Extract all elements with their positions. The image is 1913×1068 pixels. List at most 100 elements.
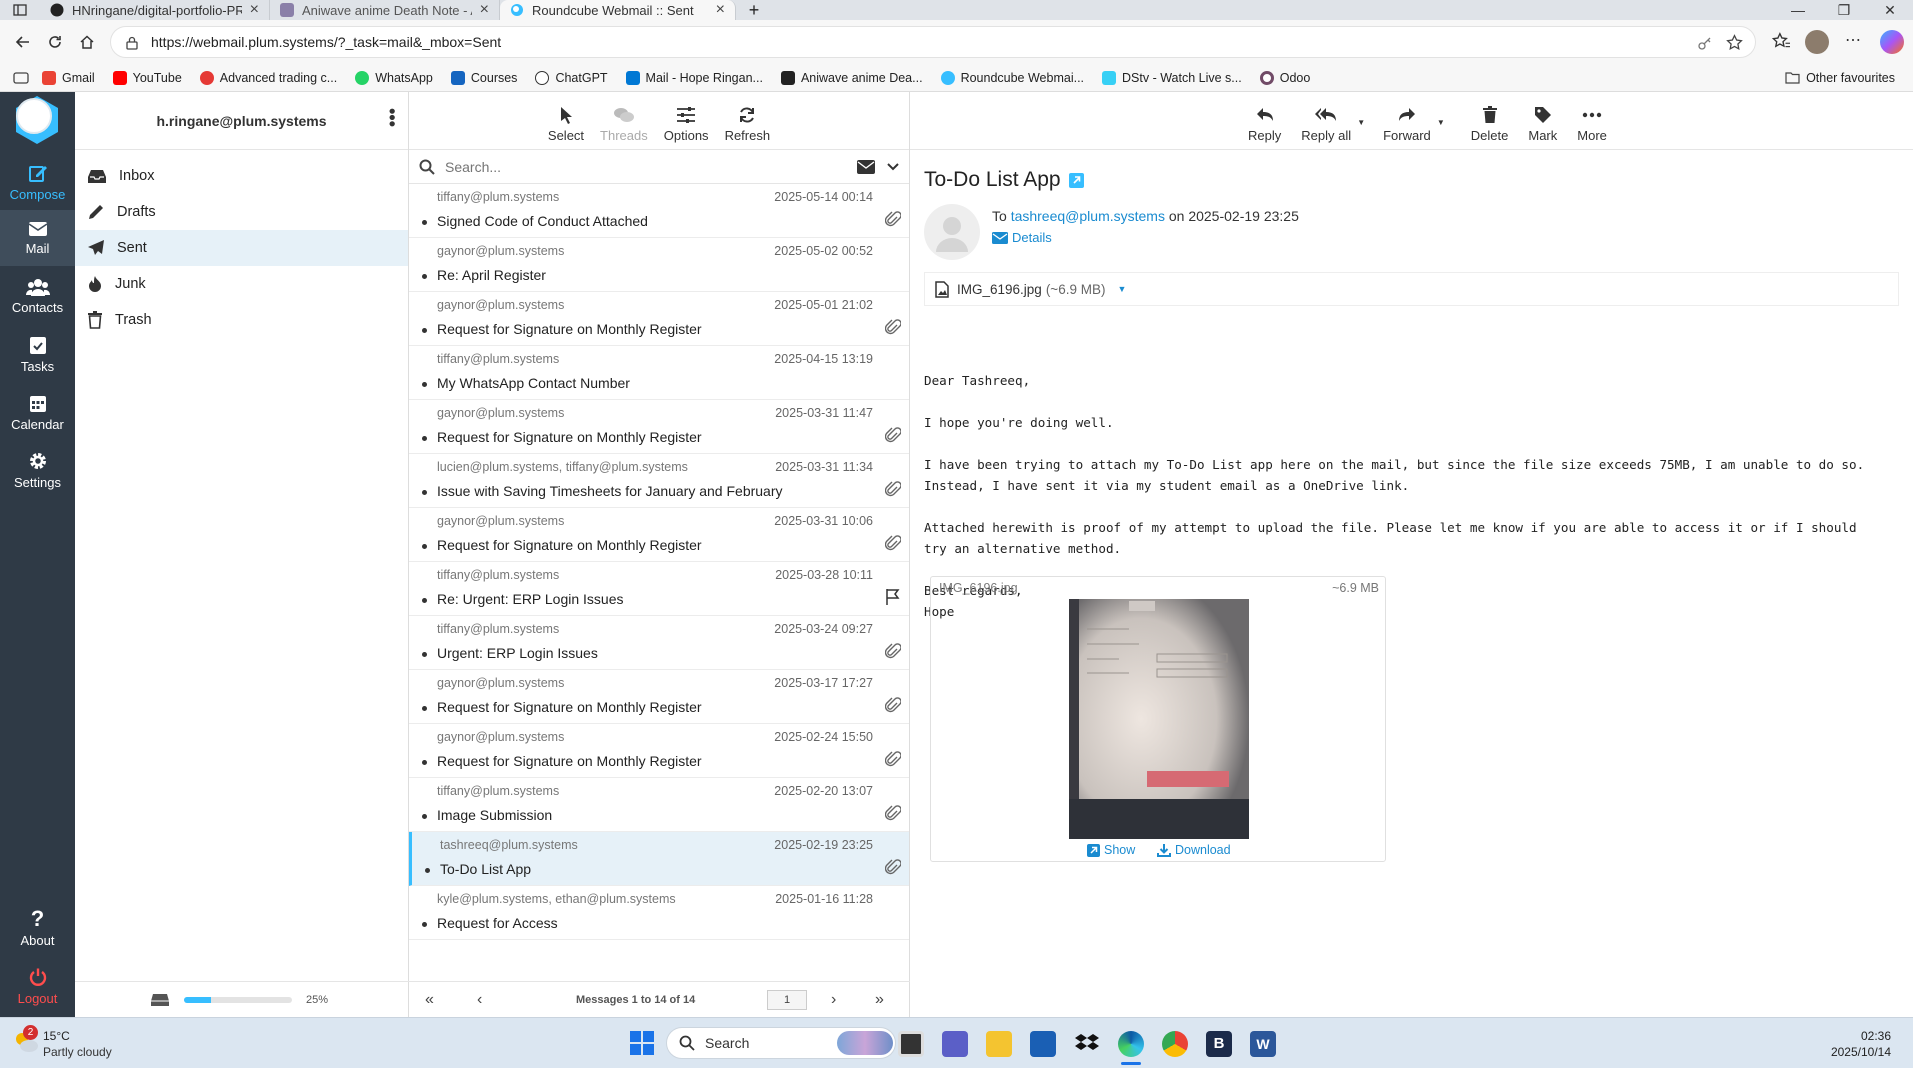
envelope-filter-icon[interactable] bbox=[857, 160, 875, 174]
bookmark-gmail[interactable]: Gmail bbox=[42, 70, 95, 85]
url-field[interactable]: https://webmail.plum.systems/?_task=mail… bbox=[110, 26, 1756, 58]
star-icon[interactable] bbox=[1726, 34, 1743, 51]
chrome-icon[interactable] bbox=[1162, 1031, 1188, 1057]
minimize-icon[interactable]: — bbox=[1775, 0, 1821, 20]
attachment-image[interactable] bbox=[1069, 599, 1249, 839]
message-row[interactable]: gaynor@plum.systems 2025-03-17 17:27 Reque… bbox=[409, 670, 909, 724]
more-menu-icon[interactable]: ⋯ bbox=[1845, 30, 1861, 50]
folder-drafts[interactable]: Drafts bbox=[75, 194, 408, 230]
rail-contacts[interactable]: Contacts bbox=[0, 268, 75, 324]
folder-options-icon[interactable]: ••• bbox=[382, 108, 402, 127]
rail-mail[interactable]: Mail bbox=[0, 210, 75, 266]
browser-tab-github[interactable]: HNringane/digital-portfolio-PRP3 × bbox=[40, 0, 270, 20]
close-tab-icon[interactable]: × bbox=[716, 1, 725, 19]
file-explorer-icon[interactable] bbox=[986, 1031, 1012, 1057]
new-tab-button[interactable]: + bbox=[736, 0, 772, 20]
back-button[interactable] bbox=[10, 29, 36, 55]
message-row[interactable]: gaynor@plum.systems 2025-03-31 10:06 Reque… bbox=[409, 508, 909, 562]
start-button[interactable] bbox=[630, 1031, 654, 1055]
message-row[interactable]: gaynor@plum.systems 2025-05-02 00:52 Re: A… bbox=[409, 238, 909, 292]
folder-inbox[interactable]: Inbox bbox=[75, 158, 408, 194]
reload-button[interactable] bbox=[42, 29, 68, 55]
folder-trash[interactable]: Trash bbox=[75, 302, 408, 338]
bookmark-advanced-trading[interactable]: Advanced trading c... bbox=[199, 70, 337, 85]
attachment-name[interactable]: IMG_6196.jpg bbox=[957, 282, 1042, 297]
more-button[interactable]: More bbox=[1569, 106, 1615, 143]
chevron-down-icon[interactable] bbox=[887, 163, 899, 171]
favourites-icon[interactable] bbox=[1772, 32, 1790, 50]
refresh-button[interactable]: Refresh bbox=[717, 106, 779, 143]
message-row[interactable]: tiffany@plum.systems 2025-04-15 13:19 My W… bbox=[409, 346, 909, 400]
bookmark-whatsapp[interactable]: WhatsApp bbox=[355, 70, 433, 85]
close-tab-icon[interactable]: × bbox=[480, 1, 489, 19]
message-row[interactable]: gaynor@plum.systems 2025-03-31 11:47 Reque… bbox=[409, 400, 909, 454]
bookmark-youtube[interactable]: YouTube bbox=[112, 70, 182, 85]
message-row[interactable]: tiffany@plum.systems 2025-05-14 00:14 Sign… bbox=[409, 184, 909, 238]
dropdown-arrow-icon[interactable]: ▼ bbox=[1357, 118, 1365, 127]
rail-calendar[interactable]: Calendar bbox=[0, 384, 75, 440]
copilot-icon[interactable] bbox=[1880, 30, 1904, 54]
b-app-icon[interactable]: B bbox=[1206, 1031, 1232, 1057]
options-button[interactable]: Options bbox=[656, 106, 717, 143]
folder-sent[interactable]: Sent bbox=[75, 230, 408, 266]
rail-compose[interactable]: Compose bbox=[0, 154, 75, 210]
rail-settings[interactable]: Settings bbox=[0, 442, 75, 498]
reading-mode-icon[interactable] bbox=[0, 71, 42, 84]
task-view-icon[interactable] bbox=[898, 1031, 924, 1057]
restore-icon[interactable]: ❐ bbox=[1821, 0, 1867, 20]
message-row[interactable]: tashreeq@plum.systems 2025-02-19 23:25 To-… bbox=[409, 832, 909, 886]
search-input[interactable] bbox=[445, 158, 825, 175]
message-row[interactable]: kyle@plum.systems, ethan@plum.systems 202… bbox=[409, 886, 909, 940]
taskbar-search[interactable]: Search bbox=[666, 1027, 896, 1059]
bookmark-outlook-mail[interactable]: Mail - Hope Ringan... bbox=[625, 70, 763, 85]
next-page-icon[interactable]: › bbox=[831, 991, 836, 1009]
open-in-new-window-icon[interactable] bbox=[1068, 172, 1084, 188]
bookmark-roundcube[interactable]: Roundcube Webmai... bbox=[940, 70, 1084, 85]
message-row[interactable]: tiffany@plum.systems 2025-02-20 13:07 Imag… bbox=[409, 778, 909, 832]
browser-tab-aniwave[interactable]: Aniwave anime Death Note - Anime × bbox=[270, 0, 500, 20]
edge-icon[interactable] bbox=[1118, 1031, 1144, 1057]
dropdown-arrow-icon[interactable]: ▼ bbox=[1437, 118, 1445, 127]
tab-actions-icon[interactable] bbox=[0, 0, 40, 20]
weather-widget[interactable]: 2 bbox=[12, 1025, 42, 1057]
rail-logout[interactable]: Logout bbox=[0, 958, 75, 1014]
reply-all-button[interactable]: Reply all ▼ bbox=[1293, 106, 1367, 143]
home-button[interactable] bbox=[74, 29, 100, 55]
mark-button[interactable]: Mark bbox=[1520, 106, 1565, 143]
reply-button[interactable]: Reply bbox=[1240, 106, 1289, 143]
close-window-icon[interactable]: ✕ bbox=[1867, 0, 1913, 20]
key-icon[interactable] bbox=[1697, 35, 1713, 51]
threads-button[interactable]: Threads bbox=[592, 106, 656, 143]
teams-icon[interactable] bbox=[942, 1031, 968, 1057]
first-page-icon[interactable]: « bbox=[425, 991, 434, 1009]
word-icon[interactable]: W bbox=[1250, 1031, 1276, 1057]
bookmark-courses[interactable]: Courses bbox=[450, 70, 517, 85]
show-image-link[interactable]: Show bbox=[1087, 843, 1135, 857]
message-row[interactable]: tiffany@plum.systems 2025-03-28 10:11 Re: … bbox=[409, 562, 909, 616]
bookmark-aniwave[interactable]: Aniwave anime Dea... bbox=[780, 70, 923, 85]
store-icon[interactable] bbox=[1030, 1031, 1056, 1057]
close-tab-icon[interactable]: × bbox=[250, 1, 259, 19]
delete-button[interactable]: Delete bbox=[1463, 106, 1517, 143]
download-link[interactable]: Download bbox=[1157, 843, 1231, 857]
rail-about[interactable]: ? About bbox=[0, 900, 75, 956]
other-favourites[interactable]: Other favourites bbox=[1785, 71, 1895, 85]
folder-junk[interactable]: Junk bbox=[75, 266, 408, 302]
flag-icon[interactable] bbox=[885, 588, 901, 606]
message-row[interactable]: lucien@plum.systems, tiffany@plum.system… bbox=[409, 454, 909, 508]
recipient-link[interactable]: tashreeq@plum.systems bbox=[1011, 208, 1165, 224]
bookmark-dstv[interactable]: DStv - Watch Live s... bbox=[1102, 70, 1242, 85]
site-info-icon[interactable] bbox=[125, 36, 139, 50]
bookmark-odoo[interactable]: Odoo bbox=[1259, 70, 1310, 85]
last-page-icon[interactable]: » bbox=[875, 991, 884, 1009]
forward-button[interactable]: Forward ▼ bbox=[1375, 106, 1447, 143]
page-number-input[interactable]: 1 bbox=[767, 990, 807, 1010]
rail-tasks[interactable]: Tasks bbox=[0, 326, 75, 382]
bookmark-chatgpt[interactable]: ChatGPT bbox=[535, 70, 608, 85]
message-row[interactable]: tiffany@plum.systems 2025-03-24 09:27 Urge… bbox=[409, 616, 909, 670]
browser-tab-roundcube[interactable]: Roundcube Webmail :: Sent × bbox=[500, 0, 736, 20]
previous-page-icon[interactable]: ‹ bbox=[477, 991, 482, 1009]
select-button[interactable]: Select bbox=[540, 106, 592, 143]
details-toggle[interactable]: Details bbox=[992, 230, 1299, 245]
message-row[interactable]: gaynor@plum.systems 2025-05-01 21:02 Reque… bbox=[409, 292, 909, 346]
